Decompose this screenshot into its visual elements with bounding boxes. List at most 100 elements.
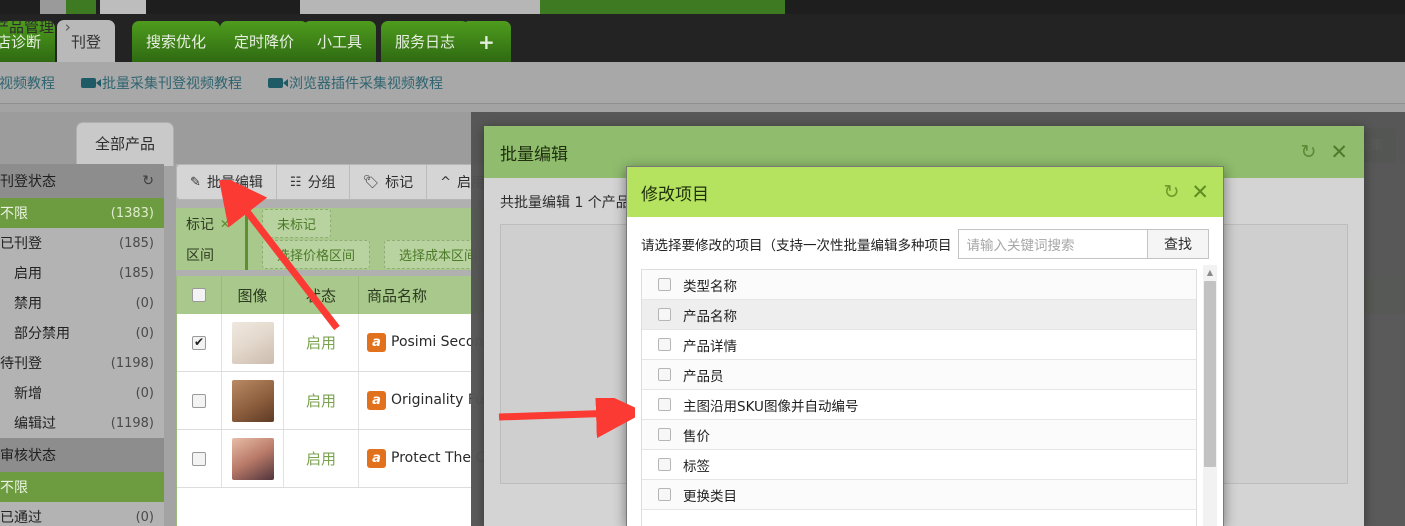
row-select-cell[interactable]: [177, 430, 222, 487]
nav-tab-tools[interactable]: 小工具: [303, 21, 377, 62]
find-button-label: 查找: [1164, 237, 1192, 253]
row-select-cell[interactable]: [177, 372, 222, 429]
row-select-cell[interactable]: [177, 314, 222, 371]
item-checkbox[interactable]: [658, 338, 671, 351]
sidebar-item-partially-disabled[interactable]: 部分禁用 (0): [0, 318, 164, 348]
list-item-product-name[interactable]: 产品名称: [642, 300, 1196, 330]
list-item-label: 产品详情: [683, 338, 737, 355]
sidebar-item-new[interactable]: 新增 (0): [0, 378, 164, 408]
row-state-label: 启用: [305, 450, 336, 468]
sidebar-item-label: 启用: [14, 266, 42, 282]
sidebar-item-audit-unlimited[interactable]: 不限: [0, 472, 164, 502]
sidebar-item-count: (185): [119, 265, 154, 281]
sidebar-section-title: 刊登状态: [0, 174, 56, 190]
chevron-right-icon: ›: [64, 18, 71, 36]
row-checkbox[interactable]: [192, 335, 206, 350]
sidebar-item-edited[interactable]: 编辑过 (1198): [0, 408, 164, 438]
browser-tab-ghost-2[interactable]: [66, 0, 96, 14]
row-checkbox[interactable]: [192, 393, 206, 408]
breadcrumb-parent[interactable]: 产品管理: [0, 18, 54, 36]
edit-icon: ✎: [190, 174, 201, 190]
sidebar-item-label: 新增: [14, 386, 42, 402]
list-item-partial[interactable]: [642, 510, 1196, 526]
breadcrumb-tab-all-products[interactable]: 全部产品: [76, 122, 175, 166]
breadcrumb-tab-label: 全部产品: [95, 135, 156, 153]
filter-label-range: 区间: [176, 239, 248, 270]
app-nav-tabs: 店诊断 刊登 搜索优化 定时降价 小工具 服务日志 +: [0, 14, 1405, 62]
modify-items-list: 类型名称 产品名称 产品详情 产品员 主图沿用SKU图像并自动编号 售价 标签 …: [641, 269, 1197, 526]
sidebar-item-label: 已刊登: [0, 236, 42, 252]
sidebar-item-published[interactable]: 已刊登 (185): [0, 228, 164, 258]
sidebar-item-count: (0): [135, 509, 154, 525]
item-checkbox[interactable]: [658, 308, 671, 321]
filter-label-text: 区间: [186, 247, 214, 264]
select-all-header[interactable]: [177, 276, 222, 314]
sidebar-item-count: (1198): [110, 355, 154, 371]
tag-icon: 🏷: [362, 174, 380, 190]
item-checkbox[interactable]: [658, 278, 671, 291]
mark-button[interactable]: 🏷 标记: [350, 165, 428, 199]
item-checkbox[interactable]: [658, 428, 671, 441]
group-button[interactable]: ☷ 分组: [277, 165, 350, 199]
scrollbar-thumb[interactable]: [1204, 281, 1216, 467]
keyword-search-placeholder: 请输入关键词搜索: [966, 238, 1075, 254]
sidebar-item-enabled[interactable]: 启用 (185): [0, 258, 164, 288]
nav-tab-add-button[interactable]: +: [462, 21, 511, 62]
tutorial-link-0[interactable]: 视频教程: [0, 73, 55, 93]
caret-up-icon[interactable]: ▲: [1203, 265, 1217, 279]
list-item-tag[interactable]: 标签: [642, 450, 1196, 480]
list-item-sku-main-image-autonumber[interactable]: 主图沿用SKU图像并自动编号: [642, 390, 1196, 420]
plus-icon: +: [478, 29, 495, 54]
item-checkbox[interactable]: [658, 398, 671, 411]
remove-filter-icon[interactable]: ✕: [220, 217, 230, 231]
item-checkbox[interactable]: [658, 458, 671, 471]
sitemap-icon: ☷: [289, 174, 302, 190]
batch-edit-modal-title: 批量编辑: [500, 144, 568, 165]
sidebar-item-label: 不限: [0, 206, 28, 222]
filter-chip-unmarked[interactable]: 未标记: [262, 209, 332, 238]
product-thumbnail: [231, 437, 274, 480]
browser-tab-ghost-3[interactable]: [100, 0, 146, 14]
refresh-icon[interactable]: ↻: [142, 173, 154, 189]
sidebar-item-unlimited[interactable]: 不限 (1383): [0, 198, 164, 228]
row-checkbox[interactable]: [192, 451, 206, 466]
browser-tab-ghost-4[interactable]: [300, 0, 540, 14]
sidebar-item-count: (185): [119, 235, 154, 251]
close-icon[interactable]: ✕: [1191, 180, 1209, 204]
keyword-search-input[interactable]: 请输入关键词搜索: [957, 229, 1148, 259]
batch-edit-button[interactable]: ✎ 批量编辑: [177, 165, 277, 199]
nav-tab-search-optimize[interactable]: 搜索优化: [132, 21, 221, 62]
tutorial-link-1[interactable]: 批量采集刊登视频教程: [81, 73, 242, 93]
sidebar-item-pending-publish[interactable]: 待刊登 (1198): [0, 348, 164, 378]
filter-chip-label: 未标记: [277, 218, 317, 233]
list-item-price[interactable]: 售价: [642, 420, 1196, 450]
modify-items-modal: 修改项目 ↻ ✕ 请选择要修改的项目（支持一次性批量编辑多种项目 请输入关键词搜…: [626, 166, 1224, 526]
refresh-icon[interactable]: ↻: [1163, 181, 1179, 203]
sidebar-item-disabled[interactable]: 禁用 (0): [0, 288, 164, 318]
sidebar-item-audit-approved[interactable]: 已通过 (0): [0, 502, 164, 526]
find-button[interactable]: 查找: [1148, 229, 1209, 259]
breadcrumb: 产品管理 ›: [0, 16, 77, 37]
list-item-product-detail[interactable]: 产品详情: [642, 330, 1196, 360]
select-all-checkbox[interactable]: [192, 288, 206, 302]
modify-items-scrollbar[interactable]: ▲: [1203, 265, 1217, 526]
nav-tab-scheduled-discount[interactable]: 定时降价: [220, 21, 309, 62]
item-checkbox[interactable]: [658, 368, 671, 381]
row-state-cell: 启用: [284, 430, 359, 487]
list-item-type-name[interactable]: 类型名称: [642, 270, 1196, 300]
sidebar-item-count: (0): [135, 325, 154, 341]
refresh-icon[interactable]: ↻: [1300, 141, 1316, 163]
list-item-product-staff[interactable]: 产品员: [642, 360, 1196, 390]
browser-tab-ghost-5[interactable]: [540, 0, 785, 14]
sidebar-item-label: 部分禁用: [14, 326, 70, 342]
row-image-cell: [222, 430, 284, 487]
item-checkbox[interactable]: [658, 488, 671, 501]
sidebar-item-label: 待刊登: [0, 356, 42, 372]
nav-tab-service-log[interactable]: 服务日志: [381, 21, 470, 62]
close-icon[interactable]: ✕: [1330, 140, 1348, 164]
filter-chip-price-range[interactable]: 选择价格区间: [262, 240, 371, 269]
list-item-label: 标签: [683, 458, 710, 475]
list-item-change-category[interactable]: 更换类目: [642, 480, 1196, 510]
tutorial-link-2[interactable]: 浏览器插件采集视频教程: [268, 73, 443, 93]
row-image-cell: [222, 314, 284, 371]
